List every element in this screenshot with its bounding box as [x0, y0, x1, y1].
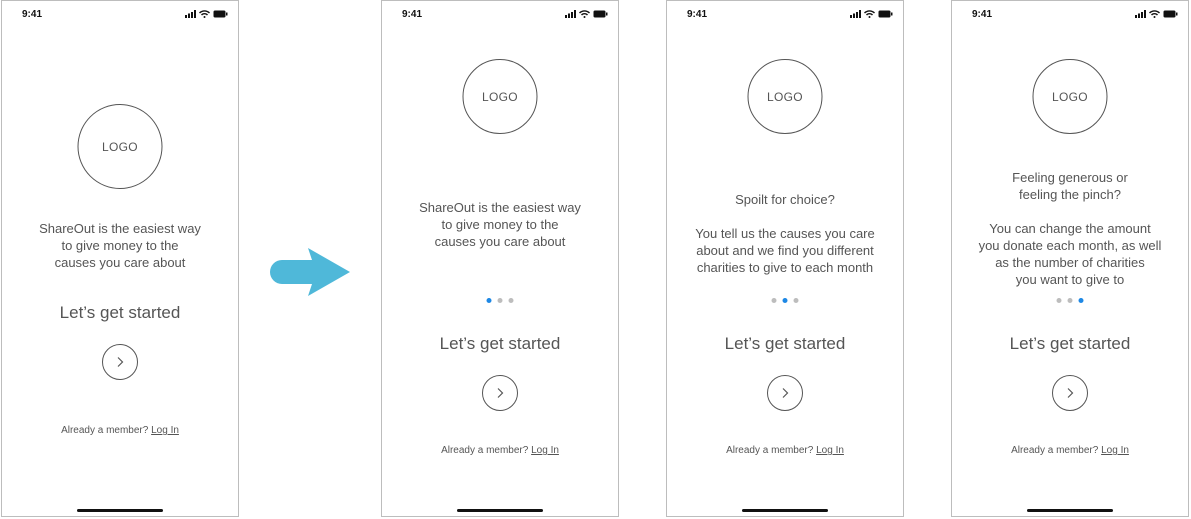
login-prompt: Already a member? Log In: [667, 445, 903, 456]
logo-placeholder: LOGO: [747, 59, 823, 134]
onboarding-screen-3: 9:41 LOGO Spoilt for choice? You tell us…: [666, 0, 904, 517]
wifi-icon: [199, 10, 210, 18]
status-icons: [565, 10, 608, 18]
signal-icon: [1135, 10, 1146, 18]
cta-heading: Let’s get started: [1009, 334, 1131, 353]
status-time: 9:41: [22, 9, 43, 20]
page-dot-1[interactable]: [771, 298, 777, 303]
home-indicator[interactable]: [1027, 509, 1113, 512]
page-dot-3[interactable]: [508, 298, 514, 303]
chevron-right-icon: [782, 388, 789, 398]
battery-icon: [213, 10, 228, 18]
onboarding-screen-1: 9:41 LOGO ShareOut is the easiest way to…: [1, 0, 239, 517]
battery-icon: [878, 10, 893, 18]
login-prompt: Already a member? Log In: [382, 445, 618, 456]
chevron-right-icon: [1067, 388, 1074, 398]
next-button[interactable]: [1052, 375, 1088, 411]
next-button[interactable]: [767, 375, 803, 411]
next-button[interactable]: [102, 344, 138, 380]
logo-placeholder: LOGO: [462, 59, 538, 134]
already-member-text: Already a member?: [441, 445, 529, 456]
page-dot-2[interactable]: [1067, 298, 1073, 303]
login-link[interactable]: Log In: [816, 445, 844, 456]
onboarding-screen-2: 9:41 LOGO ShareOut is the easiest way to…: [381, 0, 619, 517]
battery-icon: [1163, 10, 1178, 18]
cta-heading: Let’s get started: [724, 334, 846, 353]
home-indicator[interactable]: [742, 509, 828, 512]
intro-text: Feeling generous or feeling the pinch? Y…: [978, 170, 1162, 287]
page-dot-3[interactable]: [793, 298, 799, 303]
page-dot-1[interactable]: [486, 298, 492, 303]
page-dot-3[interactable]: [1078, 298, 1084, 303]
login-link[interactable]: Log In: [531, 445, 559, 456]
battery-icon: [593, 10, 608, 18]
home-indicator[interactable]: [77, 509, 163, 512]
status-icons: [185, 10, 228, 18]
page-indicator[interactable]: [1056, 298, 1084, 303]
logo-placeholder: LOGO: [77, 104, 163, 189]
page-dot-1[interactable]: [1056, 298, 1062, 303]
intro-text: ShareOut is the easiest way to give mone…: [39, 221, 201, 270]
already-member-text: Already a member?: [1011, 445, 1099, 456]
home-indicator[interactable]: [457, 509, 543, 512]
wifi-icon: [864, 10, 875, 18]
status-time: 9:41: [972, 9, 993, 20]
status-time: 9:41: [687, 9, 708, 20]
intro-text: Spoilt for choice? You tell us the cause…: [695, 192, 875, 275]
arrow-right-icon: [270, 248, 350, 296]
intro-text: ShareOut is the easiest way to give mone…: [419, 200, 581, 249]
signal-icon: [185, 10, 196, 18]
wifi-icon: [1149, 10, 1160, 18]
wifi-icon: [579, 10, 590, 18]
status-time: 9:41: [402, 9, 423, 20]
logo-placeholder: LOGO: [1032, 59, 1108, 134]
login-prompt: Already a member? Log In: [2, 425, 238, 436]
chevron-right-icon: [117, 357, 124, 367]
cta-heading: Let’s get started: [439, 334, 561, 353]
signal-icon: [565, 10, 576, 18]
page-dot-2[interactable]: [782, 298, 788, 303]
login-link[interactable]: Log In: [151, 425, 179, 436]
onboarding-screen-4: 9:41 LOGO Feeling generous or feeling th…: [951, 0, 1189, 517]
chevron-right-icon: [497, 388, 504, 398]
login-prompt: Already a member? Log In: [952, 445, 1188, 456]
signal-icon: [850, 10, 861, 18]
page-indicator[interactable]: [771, 298, 799, 303]
already-member-text: Already a member?: [61, 425, 149, 436]
status-icons: [850, 10, 893, 18]
page-dot-2[interactable]: [497, 298, 503, 303]
already-member-text: Already a member?: [726, 445, 814, 456]
status-icons: [1135, 10, 1178, 18]
login-link[interactable]: Log In: [1101, 445, 1129, 456]
page-indicator[interactable]: [486, 298, 514, 303]
cta-heading: Let’s get started: [59, 303, 181, 322]
next-button[interactable]: [482, 375, 518, 411]
